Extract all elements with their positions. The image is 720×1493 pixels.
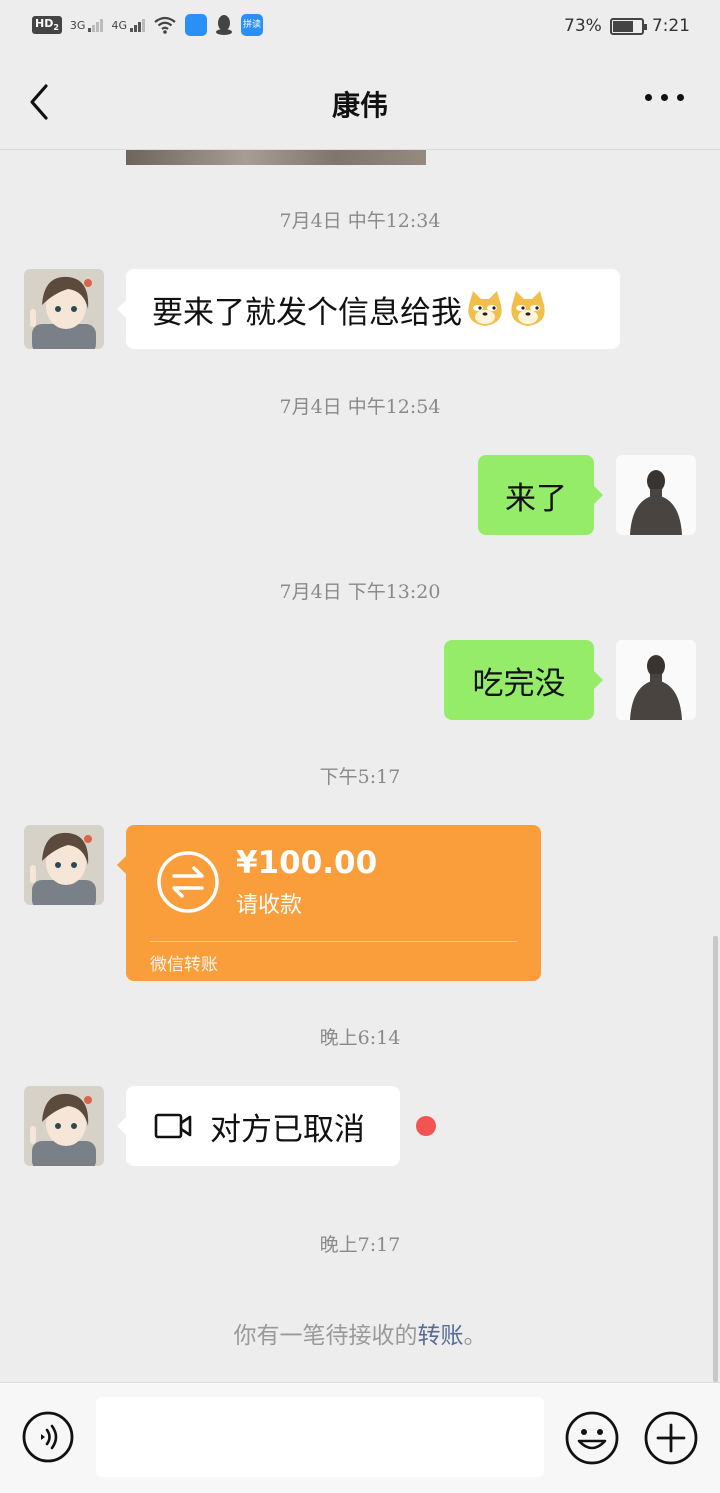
doge-emoji-icon xyxy=(468,291,502,326)
video-call-status: 对方已取消 xyxy=(210,1111,365,1148)
video-call-bubble[interactable]: 对方已取消 xyxy=(117,1086,400,1166)
transfer-card[interactable]: ¥100.00 请收款 微信转账 xyxy=(117,825,541,981)
timestamp: 7月4日 中午12:54 xyxy=(279,396,441,418)
voice-button[interactable] xyxy=(22,1411,74,1463)
transfer-footer: 微信转账 xyxy=(150,955,218,975)
emoji-icon xyxy=(565,1411,619,1465)
message-input[interactable] xyxy=(96,1397,544,1477)
system-message: 你有一笔待接收的转账。 xyxy=(233,1323,487,1349)
chat-area[interactable]: 7月4日 中午12:34 要来了就发个信息给我 7月4日 中午12:54 来了 … xyxy=(0,150,720,1382)
page-title: 康伟 xyxy=(331,89,388,122)
message-text: 来了 xyxy=(505,480,567,517)
status-bar-left: HD2 3G 4G 拼读 xyxy=(32,14,263,36)
signal-4g-icon: 4G xyxy=(111,18,145,32)
scrollbar[interactable] xyxy=(713,936,718,1382)
timestamp: 7月4日 中午12:34 xyxy=(279,210,441,232)
app-notification-icon xyxy=(184,14,207,36)
my-avatar[interactable] xyxy=(616,640,696,720)
input-bar xyxy=(0,1382,720,1493)
contact-avatar[interactable] xyxy=(24,269,104,349)
plus-icon xyxy=(644,1411,698,1465)
voice-icon xyxy=(22,1411,74,1463)
message-bubble[interactable]: 要来了就发个信息给我 xyxy=(117,269,620,349)
contact-avatar[interactable] xyxy=(24,825,104,905)
timestamp: 下午5:17 xyxy=(319,766,401,788)
my-avatar[interactable] xyxy=(616,455,696,535)
video-call-icon xyxy=(154,1113,192,1139)
unread-dot xyxy=(416,1116,436,1136)
status-bar-right: 73% 7:21 xyxy=(564,16,690,36)
more-button[interactable] xyxy=(645,94,684,101)
my-message-bubble[interactable]: 吃完没 xyxy=(444,640,603,720)
clock: 7:21 xyxy=(651,16,690,36)
signal-3g-icon: 3G xyxy=(70,18,104,32)
battery-level xyxy=(612,20,634,32)
more-functions-button[interactable] xyxy=(644,1411,698,1465)
pindu-app-icon: 拼读 xyxy=(240,14,263,36)
doge-emoji-icon xyxy=(511,291,545,326)
transfer-link[interactable]: 转账 xyxy=(418,1323,464,1349)
transfer-amount: ¥100.00 xyxy=(236,845,378,881)
image-message-partial[interactable] xyxy=(126,150,426,165)
status-bar: HD2 3G 4G 拼读 73% 7:21 xyxy=(0,0,720,56)
my-message-bubble[interactable]: 来了 xyxy=(478,455,603,535)
transfer-icon xyxy=(157,851,219,913)
divider xyxy=(150,941,517,942)
battery-icon xyxy=(609,17,647,35)
timestamp: 7月4日 下午13:20 xyxy=(279,581,441,603)
timestamp: 晚上6:14 xyxy=(319,1027,401,1049)
timestamp: 晚上7:17 xyxy=(319,1234,401,1256)
message-text: 吃完没 xyxy=(472,665,566,702)
contact-avatar[interactable] xyxy=(24,1086,104,1166)
more-icon xyxy=(645,94,684,101)
hd-indicator: HD2 xyxy=(32,16,62,34)
transfer-note: 请收款 xyxy=(236,893,303,918)
battery-percent: 73% xyxy=(564,16,602,36)
qq-icon xyxy=(215,14,233,36)
message-text: 要来了就发个信息给我 xyxy=(152,294,462,331)
emoji-button[interactable] xyxy=(565,1411,619,1465)
chat-header: 康伟 xyxy=(0,56,720,150)
wifi-icon xyxy=(153,15,177,35)
